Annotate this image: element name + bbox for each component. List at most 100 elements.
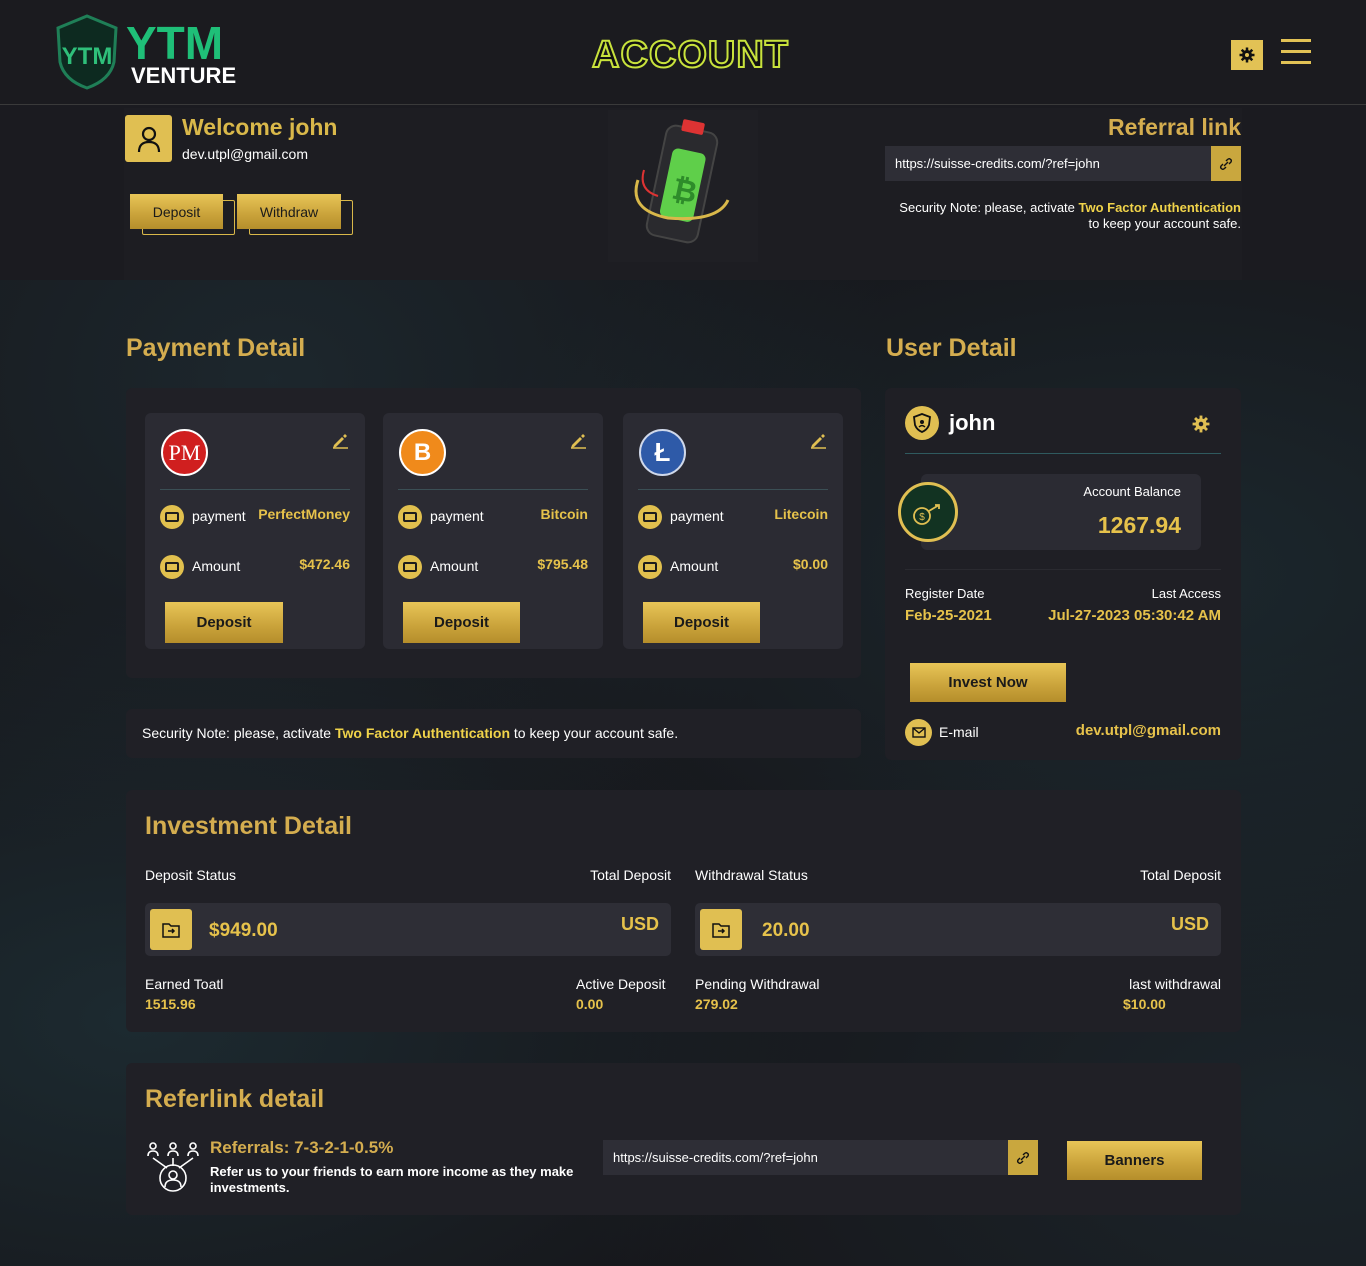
deposit-folder-icon <box>150 909 192 950</box>
litecoin-logo-icon: Ł <box>639 429 686 476</box>
referral-network-icon <box>145 1140 201 1196</box>
edit-pencil-icon[interactable] <box>331 431 349 449</box>
payment-label: payment <box>430 508 484 524</box>
user-name: john <box>949 410 996 435</box>
user-avatar-icon <box>125 115 172 162</box>
balance-label: Account Balance <box>1083 484 1181 499</box>
deposit-button[interactable]: Deposit <box>130 194 223 229</box>
two-factor-link[interactable]: Two Factor Authentication <box>335 725 510 741</box>
gear-icon <box>1239 47 1255 63</box>
withdrawal-status-label: Withdrawal Status <box>695 867 808 883</box>
amount-value: $795.48 <box>537 556 588 572</box>
payment-label: payment <box>192 508 246 524</box>
payment-card-litecoin: Ł payment Litecoin Amount $0.00 Deposit <box>623 413 843 649</box>
payment-card-perfectmoney: PM payment PerfectMoney Amount $472.46 D… <box>145 413 365 649</box>
referral-link-input[interactable]: https://suisse-credits.com/?ref=john <box>885 146 1211 181</box>
referrals-title: Referrals: 7-3-2-1-0.5% <box>210 1138 394 1157</box>
amount-dollar-icon <box>398 555 422 579</box>
payment-card-icon <box>160 505 184 529</box>
referrals-description: Refer us to your friends to earn more in… <box>210 1164 574 1195</box>
user-separator-2 <box>905 569 1221 570</box>
user-detail-title: User Detail <box>886 334 1017 362</box>
email-value: dev.utpl@gmail.com <box>1075 722 1221 739</box>
card-separator <box>398 489 588 490</box>
edit-pencil-icon[interactable] <box>809 431 827 449</box>
logo-shield-icon[interactable]: YTM <box>54 14 120 90</box>
withdrawal-currency: USD <box>1170 914 1209 934</box>
register-date-label: Register Date <box>905 586 985 601</box>
payment-value: Litecoin <box>774 506 828 522</box>
payment-value: Bitcoin <box>540 506 588 522</box>
hamburger-menu-icon[interactable] <box>1281 39 1311 65</box>
referral-copy-button[interactable] <box>1211 146 1241 181</box>
amount-dollar-icon <box>160 555 184 579</box>
note-suffix: to keep your account safe. <box>1088 216 1241 231</box>
payment-detail-title: Payment Detail <box>126 334 306 362</box>
card-separator <box>160 489 350 490</box>
total-deposit-label-2: Total Deposit <box>1140 867 1221 883</box>
link-icon <box>1016 1151 1030 1164</box>
note-prefix: Security Note: please, activate <box>142 725 335 741</box>
card-separator <box>638 489 828 490</box>
amount-dollar-icon <box>638 555 662 579</box>
referral-title: Referral link <box>1108 114 1241 140</box>
register-date-value: Feb-25-2021 <box>905 607 992 624</box>
welcome-greeting: Welcome john <box>182 114 338 140</box>
last-withdrawal-label: last withdrawal <box>1129 976 1221 992</box>
email-envelope-icon <box>905 719 932 746</box>
logo-sub: VENTURE <box>131 63 237 88</box>
invest-now-button[interactable]: Invest Now <box>910 663 1066 702</box>
top-header: YTM YTM VENTURE ACCOUNT <box>0 0 1366 105</box>
amount-value: $0.00 <box>792 556 828 572</box>
deposit-status-label: Deposit Status <box>145 867 237 883</box>
withdrawal-folder-icon <box>700 909 742 950</box>
referlink-copy-button[interactable] <box>1008 1140 1038 1175</box>
logo-main: YTM <box>126 17 224 69</box>
user-separator <box>905 453 1221 454</box>
last-withdrawal-value: $10.00 <box>1123 996 1166 1012</box>
bitcoin-logo-icon: B <box>399 429 446 476</box>
investment-detail-title: Investment Detail <box>145 812 353 840</box>
pending-withdrawal-value: 279.02 <box>695 996 738 1012</box>
referral-security-note: Security Note: please, activate Two Fact… <box>860 200 1241 232</box>
deposit-value: $949.00 <box>209 920 278 941</box>
card-deposit-button[interactable]: Deposit <box>165 602 283 643</box>
amount-label: Amount <box>430 558 479 574</box>
amount-value: $472.46 <box>299 556 350 572</box>
deposit-currency: USD <box>620 914 659 934</box>
user-detail-panel <box>885 388 1241 760</box>
payment-card-icon <box>638 505 662 529</box>
note-suffix: to keep your account safe. <box>510 725 679 741</box>
welcome-email: dev.utpl@gmail.com <box>182 146 308 162</box>
pending-withdrawal-label: Pending Withdrawal <box>695 976 820 992</box>
withdrawal-value: 20.00 <box>762 920 810 941</box>
active-deposit-value: 0.00 <box>576 996 604 1012</box>
user-shield-icon <box>905 406 939 440</box>
withdraw-button[interactable]: Withdraw <box>237 194 341 229</box>
svg-text:$: $ <box>919 512 925 523</box>
user-settings-gear-icon[interactable] <box>1192 415 1210 433</box>
last-access-label: Last Access <box>1151 586 1221 601</box>
email-label: E-mail <box>939 724 979 740</box>
total-deposit-label: Total Deposit <box>590 867 671 883</box>
banners-button[interactable]: Banners <box>1067 1141 1202 1180</box>
money-bag-icon: $ <box>898 482 958 542</box>
referlink-input[interactable]: https://suisse-credits.com/?ref=john <box>603 1140 1008 1175</box>
payment-label: payment <box>670 508 724 524</box>
amount-label: Amount <box>670 558 719 574</box>
two-factor-link[interactable]: Two Factor Authentication <box>1079 200 1242 215</box>
balance-value: 1267.94 <box>1097 512 1181 538</box>
note-prefix: Security Note: please, activate <box>899 200 1079 215</box>
payment-card-bitcoin: B payment Bitcoin Amount $795.48 Deposit <box>383 413 603 649</box>
active-deposit-label: Active Deposit <box>576 976 666 992</box>
link-icon <box>1219 157 1233 170</box>
svg-text:YTM: YTM <box>62 43 113 70</box>
bitcoin-battery-illustration: ₿ <box>608 110 758 262</box>
perfectmoney-logo-icon: PM <box>161 429 208 476</box>
edit-pencil-icon[interactable] <box>569 431 587 449</box>
referlink-detail-title: Referlink detail <box>145 1085 325 1113</box>
payment-card-icon <box>398 505 422 529</box>
card-deposit-button[interactable]: Deposit <box>643 602 760 643</box>
card-deposit-button[interactable]: Deposit <box>403 602 520 643</box>
settings-gear-button[interactable] <box>1231 40 1263 70</box>
